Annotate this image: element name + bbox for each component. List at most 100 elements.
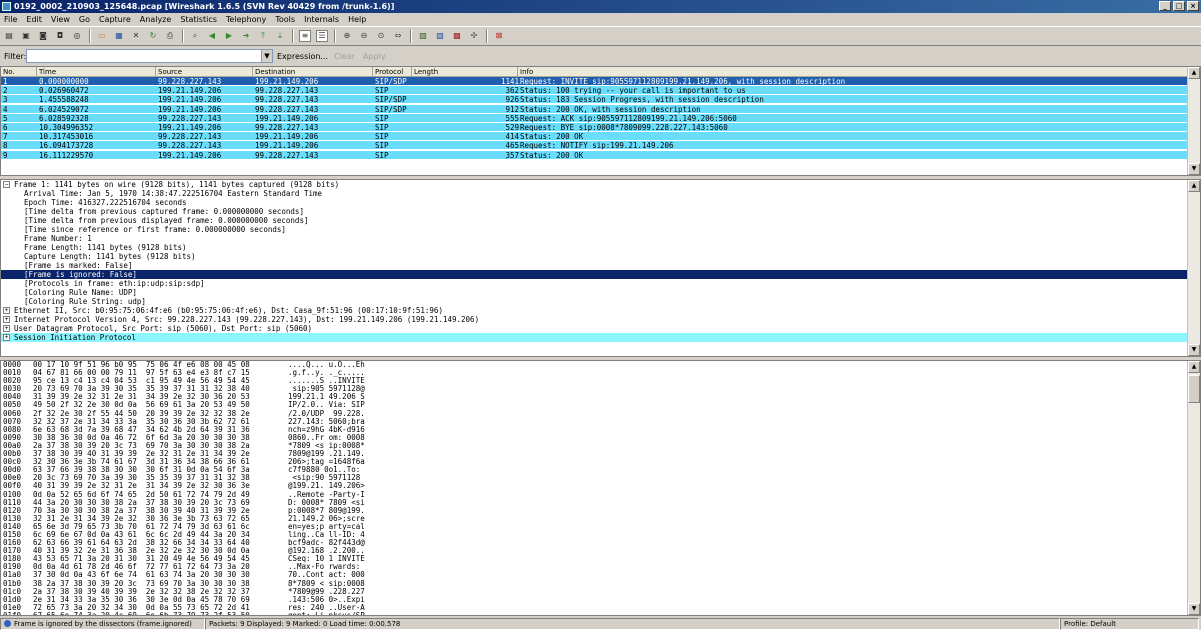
detail-tree-item[interactable]: [Time delta from previous displayed fram… (1, 216, 1189, 225)
menu-telephony[interactable]: Telephony (226, 13, 266, 26)
preferences-icon[interactable]: ✣ (468, 30, 480, 42)
reload-icon[interactable]: ↻ (147, 30, 159, 42)
print-icon[interactable]: ⎙ (164, 30, 176, 42)
detail-tree-item[interactable]: Epoch Time: 416327.222516704 seconds (1, 198, 1189, 207)
menu-go[interactable]: Go (79, 13, 90, 26)
coloring-rules-icon[interactable]: ▩ (451, 30, 463, 42)
detail-tree-item[interactable]: + Ethernet II, Src: b0:95:75:06:4f:e6 (b0… (1, 306, 1189, 315)
go-last-icon[interactable]: ⤓ (274, 30, 286, 42)
go-to-packet-icon[interactable]: ➜ (240, 30, 252, 42)
detail-tree-item[interactable]: Capture Length: 1141 bytes (9128 bits) (1, 252, 1189, 261)
detail-tree-item[interactable]: Frame Length: 1141 bytes (9128 bits) (1, 243, 1189, 252)
stop-capture-icon[interactable]: ◘ (54, 30, 66, 42)
packet-bytes-scrollbar[interactable]: ▲ ▼ (1187, 361, 1200, 615)
close-file-icon[interactable]: ✕ (130, 30, 142, 42)
detail-tree-item[interactable]: [Frame is ignored: False] (1, 270, 1189, 279)
maximize-button[interactable]: □ (1173, 1, 1185, 11)
filter-dropdown-button[interactable]: ▼ (262, 49, 273, 63)
filter-input[interactable] (26, 49, 262, 63)
menu-file[interactable]: File (4, 13, 17, 26)
column-time[interactable]: Time (37, 67, 156, 76)
restart-capture-icon[interactable]: ◎ (71, 30, 83, 42)
colorize-icon[interactable]: ≡ (299, 30, 311, 42)
menu-bar: File Edit View Go Capture Analyze Statis… (0, 13, 1201, 26)
scroll-up-icon[interactable]: ▲ (1188, 67, 1200, 79)
detail-tree-item[interactable]: + Internet Protocol Version 4, Src: 99.22… (1, 315, 1189, 324)
go-back-icon[interactable]: ◀ (206, 30, 218, 42)
detail-tree-item[interactable]: Arrival Time: Jan 5, 1970 14:38:47.22251… (1, 189, 1189, 198)
packet-row[interactable]: 4 6.024529072 199.21.149.206 99.228.227.143… (1, 104, 1189, 114)
scroll-down-icon[interactable]: ▼ (1188, 603, 1200, 615)
expression-button[interactable]: Expression... (277, 52, 328, 61)
packet-row[interactable]: 9 16.111229570 199.21.149.206 99.228.227.14… (1, 150, 1189, 160)
menu-statistics[interactable]: Statistics (180, 13, 217, 26)
column-no[interactable]: No. (1, 67, 37, 76)
help-icon[interactable]: ⊠ (493, 30, 505, 42)
packet-row[interactable]: 3 1.455588248 199.21.149.206 99.228.227.143… (1, 95, 1189, 105)
menu-analyze[interactable]: Analyze (140, 13, 172, 26)
clear-button[interactable]: Clear (334, 52, 355, 61)
scroll-down-icon[interactable]: ▼ (1188, 344, 1200, 356)
detail-tree-item[interactable]: + User Datagram Protocol, Src Port: sip (… (1, 324, 1189, 333)
detail-tree-item[interactable]: [Coloring Rule String: udp] (1, 297, 1189, 306)
minimize-button[interactable]: _ (1159, 1, 1171, 11)
expand-icon[interactable]: + (3, 307, 10, 314)
column-length[interactable]: Length (412, 67, 518, 76)
go-forward-icon[interactable]: ▶ (223, 30, 235, 42)
capture-options-icon[interactable]: ▣ (20, 30, 32, 42)
detail-tree-item[interactable]: [Protocols in frame: eth:ip:udp:sip:sdp] (1, 279, 1189, 288)
packet-row[interactable]: 1 0.000000000 99.228.227.143 199.21.149.206… (1, 77, 1189, 86)
detail-tree-text: Epoch Time: 416327.222516704 seconds (24, 198, 187, 207)
column-source[interactable]: Source (156, 67, 253, 76)
packet-row[interactable]: 2 0.026960472 199.21.149.206 99.228.227.143… (1, 86, 1189, 96)
packet-row[interactable]: 6 10.304996352 199.21.149.206 99.228.227.14… (1, 123, 1189, 132)
detail-tree-item[interactable]: [Frame is marked: False] (1, 261, 1189, 270)
display-filters-icon[interactable]: ▧ (434, 30, 446, 42)
expand-icon[interactable]: + (3, 316, 10, 323)
packet-row[interactable]: 7 10.317453016 99.228.227.143 199.21.149.20… (1, 132, 1189, 142)
find-packet-icon[interactable]: ⌕ (189, 30, 201, 42)
collapse-icon[interactable]: − (3, 181, 10, 188)
go-first-icon[interactable]: ⤒ (257, 30, 269, 42)
column-info[interactable]: Info (518, 67, 1189, 76)
save-file-icon[interactable]: ▦ (113, 30, 125, 42)
zoom-in-icon[interactable]: ⊕ (341, 30, 353, 42)
start-capture-icon[interactable]: ◙ (37, 30, 49, 42)
zoom-out-icon[interactable]: ⊖ (358, 30, 370, 42)
detail-tree-item[interactable]: − Frame 1: 1141 bytes on wire (9128 bits)… (1, 180, 1189, 189)
scroll-up-icon[interactable]: ▲ (1188, 361, 1200, 373)
menu-edit[interactable]: Edit (26, 13, 42, 26)
detail-tree-item[interactable]: + Session Initiation Protocol (1, 333, 1189, 342)
open-file-icon[interactable]: ▭ (96, 30, 108, 42)
packet-row[interactable]: 8 16.094173728 99.228.227.143 199.21.149.20… (1, 141, 1189, 151)
scroll-up-icon[interactable]: ▲ (1188, 180, 1200, 192)
scroll-down-icon[interactable]: ▼ (1188, 163, 1200, 175)
status-profile[interactable]: Profile: Default (1060, 617, 1199, 630)
scroll-thumb[interactable] (1188, 375, 1200, 403)
expert-info-icon[interactable] (4, 620, 11, 627)
packet-list-scrollbar[interactable]: ▲ ▼ (1187, 67, 1200, 175)
menu-capture[interactable]: Capture (99, 13, 131, 26)
interface-list-icon[interactable]: ▤ (3, 30, 15, 42)
menu-tools[interactable]: Tools (275, 13, 295, 26)
capture-filters-icon[interactable]: ▨ (417, 30, 429, 42)
auto-scroll-icon[interactable]: ☰ (316, 30, 328, 42)
detail-tree-item[interactable]: [Time delta from previous captured frame… (1, 207, 1189, 216)
packet-details-scrollbar[interactable]: ▲ ▼ (1187, 180, 1200, 356)
packet-row[interactable]: 5 6.028592328 99.228.227.143 199.21.149.206… (1, 113, 1189, 123)
close-button[interactable]: × (1187, 1, 1199, 11)
column-destination[interactable]: Destination (253, 67, 373, 76)
detail-tree-item[interactable]: [Time since reference or first frame: 0.… (1, 225, 1189, 234)
apply-button[interactable]: Apply (363, 52, 386, 61)
detail-tree-item[interactable]: Frame Number: 1 (1, 234, 1189, 243)
detail-tree-item[interactable]: [Coloring Rule Name: UDP] (1, 288, 1189, 297)
menu-help[interactable]: Help (348, 13, 366, 26)
hex-row[interactable]: 01f0 67 65 6e 74 3a 20 4c 69 6e 6b 73 79 … (1, 611, 1189, 615)
menu-view[interactable]: View (51, 13, 70, 26)
zoom-normal-icon[interactable]: ⊙ (375, 30, 387, 42)
menu-internals[interactable]: Internals (304, 13, 339, 26)
column-protocol[interactable]: Protocol (373, 67, 412, 76)
resize-columns-icon[interactable]: ⇔ (392, 30, 404, 42)
expand-icon[interactable]: + (3, 334, 10, 341)
expand-icon[interactable]: + (3, 325, 10, 332)
